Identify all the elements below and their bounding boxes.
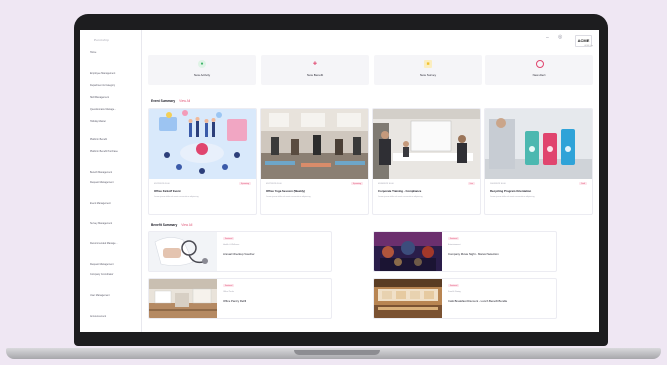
- benefit-summary-heading: Benefit Summary View All: [151, 223, 193, 227]
- sidebar-item-benefit-purchase[interactable]: Platform Benefit Purchase: [90, 150, 118, 153]
- sidebar-item-holiday[interactable]: Holiday Master: [90, 120, 106, 123]
- sidebar-item-home[interactable]: Home: [90, 51, 96, 54]
- event-image: [149, 109, 256, 179]
- sidebar-item-platform-benefit[interactable]: Platform Benefit: [90, 138, 107, 141]
- sidebar-item-user[interactable]: User Management: [90, 294, 110, 297]
- benefit-image: [374, 279, 442, 318]
- event-card[interactable]: 09/22/2023 09:00 Upcoming Office Kickoff…: [148, 108, 257, 215]
- sidebar-item-questionnaire[interactable]: Questionnaire Manage...: [90, 108, 116, 111]
- new-survey-button[interactable]: ■ New Survey: [374, 55, 482, 85]
- benefit-image: [149, 279, 217, 318]
- sidebar: Pointship Home Employee Management Depar…: [80, 30, 142, 332]
- bell-icon: [536, 60, 544, 68]
- app-screen: Pointship Home Employee Management Depar…: [80, 30, 599, 332]
- sidebar-item-recommended[interactable]: Recommended Manage...: [90, 242, 118, 245]
- benefit-image: [374, 232, 442, 271]
- sidebar-item-benefit-management[interactable]: Benefit Management: [90, 171, 112, 174]
- event-card[interactable]: 09/27/2023 09:00 Upcoming Office Yoga Se…: [260, 108, 369, 215]
- status-badge: Featured: [448, 284, 460, 287]
- event-image: [373, 109, 480, 179]
- status-badge: Draft: [579, 182, 587, 185]
- star-icon: ■: [424, 60, 432, 68]
- event-image: [485, 109, 592, 179]
- benefit-card[interactable]: Featured Office Perks Office Pantry Refi…: [148, 278, 332, 319]
- benefit-card[interactable]: Featured Health & Wellness Annual Checku…: [148, 231, 332, 272]
- benefit-card[interactable]: Featured Entertainment Company Movie Nig…: [373, 231, 557, 272]
- brand-name: Pointship: [94, 38, 110, 42]
- event-view-all-link[interactable]: View All: [179, 99, 190, 103]
- sidebar-item-skill[interactable]: Skill Management: [90, 96, 109, 99]
- sidebar-item-employee[interactable]: Employee Management: [90, 72, 115, 75]
- sidebar-item-announcement[interactable]: Announcement: [90, 315, 106, 318]
- status-badge: Featured: [223, 284, 235, 287]
- sidebar-item-event[interactable]: Event Management: [90, 202, 111, 205]
- main-content: ● New Activity ✚ New Benefit ■ New Surve…: [141, 30, 599, 332]
- new-benefit-button[interactable]: ✚ New Benefit: [261, 55, 369, 85]
- gift-icon: ✚: [312, 61, 318, 67]
- laptop-notch: [294, 350, 380, 355]
- sidebar-item-request[interactable]: Request Management: [90, 181, 114, 184]
- sidebar-item-survey[interactable]: Survey Management: [90, 222, 112, 225]
- status-badge: Upcoming: [238, 182, 251, 185]
- status-badge: Live: [467, 182, 475, 185]
- event-card[interactable]: 10/05/2023 10:00 Draft Recycling Program…: [484, 108, 593, 215]
- leaf-icon: ●: [198, 60, 206, 68]
- sidebar-item-department[interactable]: Department & Category: [90, 84, 115, 87]
- event-card[interactable]: 09/30/2023 10:00 Live Corporate Training…: [372, 108, 481, 215]
- status-badge: Featured: [223, 237, 235, 240]
- status-badge: Upcoming: [350, 182, 363, 185]
- event-summary-heading: Event Summary View All: [151, 99, 191, 103]
- benefit-image: [149, 232, 217, 271]
- status-badge: Featured: [448, 237, 460, 240]
- benefit-view-all-link[interactable]: View All: [181, 223, 192, 227]
- benefit-card[interactable]: Featured Food & Dining Café Breakfast Di…: [373, 278, 557, 319]
- sidebar-item-request-2[interactable]: Request Management: [90, 263, 114, 266]
- new-activity-button[interactable]: ● New Activity: [148, 55, 256, 85]
- new-alert-button[interactable]: New Alert: [485, 55, 593, 85]
- sidebar-item-coordinator[interactable]: Company Coordinator: [90, 273, 113, 276]
- event-image: [261, 109, 368, 179]
